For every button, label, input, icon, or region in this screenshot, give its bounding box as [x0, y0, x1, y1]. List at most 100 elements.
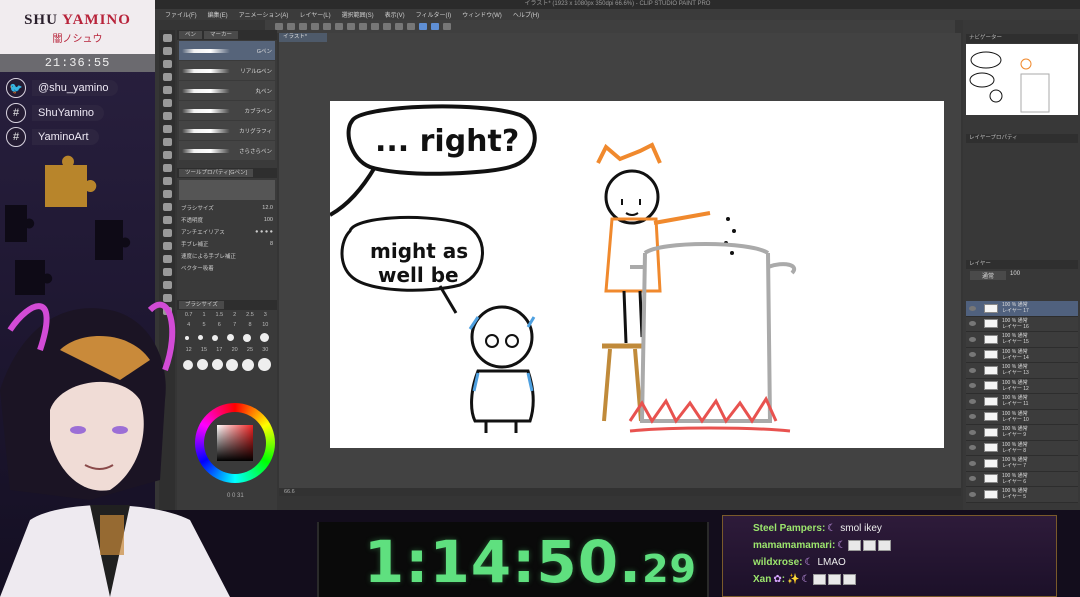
brush-kabura-pen[interactable]: カブラペン — [179, 101, 275, 120]
layer-item[interactable]: 100 % 通常 レイヤー 11 — [966, 394, 1078, 410]
layer-item[interactable]: 100 % 通常 レイヤー 9 — [966, 425, 1078, 441]
redo-icon[interactable] — [323, 23, 331, 30]
eye-icon[interactable] — [969, 491, 976, 497]
eye-icon[interactable] — [969, 460, 976, 466]
layer-item[interactable]: 100 % 通常 レイヤー 8 — [966, 440, 1078, 456]
decoration-icon[interactable] — [162, 177, 172, 185]
undo-icon[interactable] — [311, 23, 319, 30]
layer-item[interactable]: 100 % 通常 レイヤー 6 — [966, 471, 1078, 487]
prop-speed-stabilization[interactable]: 速度による手ブレ補正 — [179, 250, 275, 261]
layer-item[interactable]: 100 % 通常 レイヤー 7 — [966, 456, 1078, 472]
select-tool-icon[interactable] — [162, 86, 172, 94]
menu-selection[interactable]: 選択範囲(S) — [342, 10, 374, 19]
eye-icon[interactable] — [969, 445, 976, 451]
brush-calligraphy[interactable]: カリグラフィ — [179, 121, 275, 140]
fill-icon[interactable] — [347, 23, 355, 30]
menu-filter[interactable]: フィルター(I) — [416, 10, 452, 19]
size-label[interactable]: 2.5 — [244, 312, 256, 318]
size-label[interactable]: 7 — [229, 322, 241, 328]
eye-icon[interactable] — [969, 321, 976, 327]
menu-layer[interactable]: レイヤー(L) — [299, 10, 330, 19]
operation-tool-icon[interactable] — [162, 60, 172, 68]
antialias-dots[interactable]: ● ● ● ● — [255, 229, 273, 235]
menu-animation[interactable]: アニメーション(A) — [239, 10, 289, 19]
menu-file[interactable]: ファイル(F) — [165, 10, 197, 19]
eye-icon[interactable] — [969, 305, 976, 311]
prop-vector-snap[interactable]: ベクター吸着 — [179, 262, 275, 273]
size-dot[interactable] — [258, 358, 272, 371]
eyedropper-icon[interactable] — [162, 112, 172, 120]
snap-ruler-icon[interactable] — [419, 23, 427, 30]
pen-tool-icon[interactable] — [162, 125, 172, 133]
size-dot[interactable] — [242, 333, 251, 342]
eye-icon[interactable] — [969, 336, 976, 342]
brush-sarasara-pen[interactable]: さらさらペン — [179, 141, 275, 160]
figure-icon[interactable] — [162, 242, 172, 250]
eye-icon[interactable] — [969, 414, 976, 420]
prop-stabilization[interactable]: 手ブレ補正 8 — [179, 238, 275, 249]
airbrush-icon[interactable] — [162, 164, 172, 172]
eye-icon[interactable] — [969, 367, 976, 373]
frame-icon[interactable] — [162, 255, 172, 263]
size-dot[interactable] — [259, 333, 269, 342]
brush-g-pen[interactable]: Gペン — [179, 41, 275, 60]
text-tool-icon[interactable] — [162, 281, 172, 289]
menu-edit[interactable]: 編集(E) — [208, 10, 228, 19]
brush-maru-pen[interactable]: 丸ペン — [179, 81, 275, 100]
brush-real-g-pen[interactable]: リアルGペン — [179, 61, 275, 80]
prop-brush-size[interactable]: ブラシサイズ 12.0 — [179, 202, 275, 213]
layer-item[interactable]: 100 % 通常 レイヤー 13 — [966, 363, 1078, 379]
transform-icon[interactable] — [359, 23, 367, 30]
layer-item[interactable]: 100 % 通常 レイヤー 14 — [966, 347, 1078, 363]
brush-tool-icon[interactable] — [162, 151, 172, 159]
layer-item[interactable]: 100 % 通常 レイヤー 12 — [966, 378, 1078, 394]
snap-grid-icon[interactable] — [431, 23, 439, 30]
trim-icon[interactable] — [407, 23, 415, 30]
blend-icon[interactable] — [162, 203, 172, 211]
blend-mode-select[interactable]: 通常 — [970, 271, 1007, 280]
menu-view[interactable]: 表示(V) — [385, 10, 405, 19]
snap-special-icon[interactable] — [443, 23, 451, 30]
size-label[interactable]: 8 — [244, 322, 256, 328]
eye-icon[interactable] — [969, 476, 976, 482]
save-icon[interactable] — [299, 23, 307, 30]
tab-pen[interactable]: ペン — [179, 31, 203, 39]
size-label[interactable]: 30 — [259, 347, 271, 353]
size-label[interactable]: 20 — [229, 347, 241, 353]
size-dot[interactable] — [242, 358, 255, 371]
auto-select-icon[interactable] — [162, 99, 172, 107]
new-icon[interactable] — [275, 23, 283, 30]
layer-item[interactable]: 100 % 通常 レイヤー 15 — [966, 332, 1078, 348]
menu-window[interactable]: ウィンドウ(W) — [462, 10, 502, 19]
open-icon[interactable] — [287, 23, 295, 30]
pencil-tool-icon[interactable] — [162, 138, 172, 146]
size-label[interactable]: 3 — [259, 312, 271, 318]
gradient-icon[interactable] — [162, 229, 172, 237]
fill-tool-icon[interactable] — [162, 216, 172, 224]
menu-help[interactable]: ヘルプ(H) — [513, 10, 539, 19]
drawing-canvas[interactable]: ... right? might as well be — [329, 101, 944, 448]
eye-icon[interactable] — [969, 352, 976, 358]
layer-item[interactable]: 100 % 通常 レイヤー 5 — [966, 487, 1078, 503]
invert-icon[interactable] — [395, 23, 403, 30]
tab-marker[interactable]: マーカー — [204, 31, 239, 39]
deselect-icon[interactable] — [371, 23, 379, 30]
select-all-icon[interactable] — [383, 23, 391, 30]
zoom-tool-icon[interactable] — [162, 34, 172, 42]
prop-antialias[interactable]: アンチエイリアス ● ● ● ● — [179, 226, 275, 237]
layer-item[interactable]: 100 % 通常 レイヤー 10 — [966, 409, 1078, 425]
ruler-icon[interactable] — [162, 268, 172, 276]
layer-item[interactable]: 100 % 通常 レイヤー 17 — [966, 301, 1078, 317]
eraser-icon[interactable] — [162, 190, 172, 198]
eye-icon[interactable] — [969, 429, 976, 435]
eye-icon[interactable] — [969, 398, 976, 404]
size-label[interactable]: 25 — [244, 347, 256, 353]
eye-icon[interactable] — [969, 383, 976, 389]
prop-opacity[interactable]: 不透明度 100 — [179, 214, 275, 225]
size-label[interactable]: 2 — [229, 312, 241, 318]
move-layer-icon[interactable] — [162, 73, 172, 81]
clear-icon[interactable] — [335, 23, 343, 30]
move-tool-icon[interactable] — [162, 47, 172, 55]
document-tab[interactable]: イラスト* — [279, 33, 327, 42]
size-label[interactable]: 10 — [259, 322, 271, 328]
